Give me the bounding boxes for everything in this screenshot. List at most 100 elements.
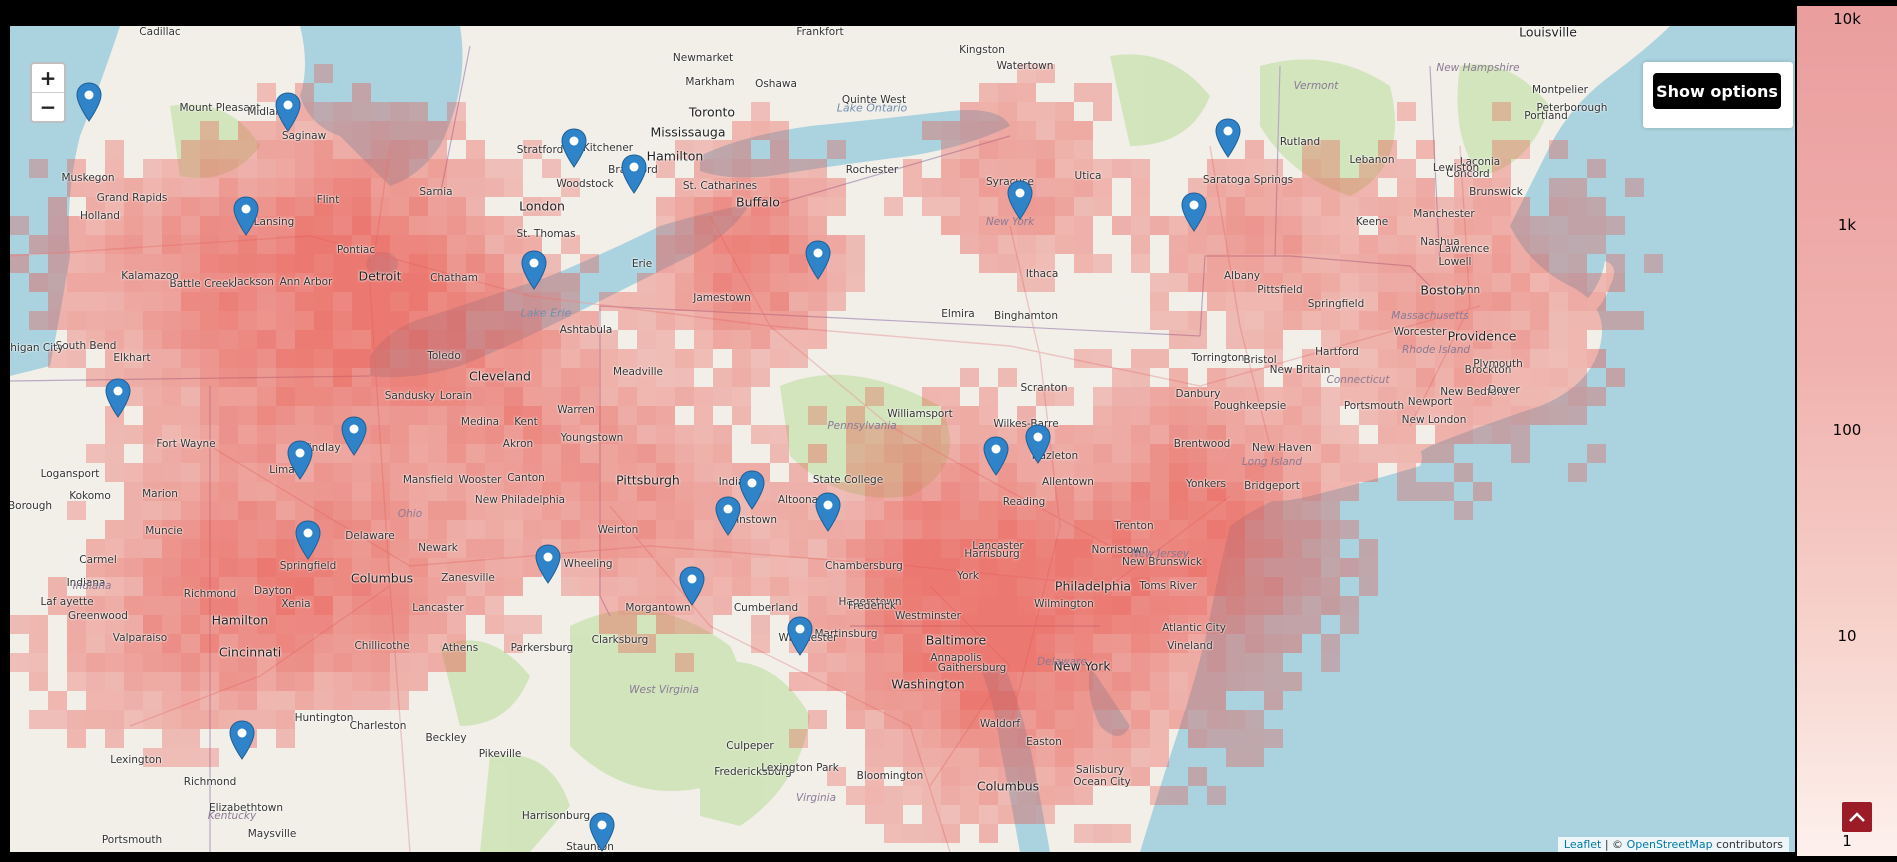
heat-cell bbox=[1093, 520, 1112, 539]
scroll-top-button[interactable] bbox=[1842, 802, 1872, 832]
heat-cell bbox=[352, 83, 371, 102]
marker-morgantown[interactable] bbox=[535, 544, 561, 584]
marker-hagerstown[interactable] bbox=[679, 566, 705, 606]
heat-cell bbox=[1074, 786, 1093, 805]
heat-cell bbox=[485, 216, 504, 235]
heat-cell bbox=[960, 805, 979, 824]
marker-new-york[interactable] bbox=[983, 436, 1009, 476]
heat-cell bbox=[447, 330, 466, 349]
heat-cell bbox=[181, 634, 200, 653]
heat-cell bbox=[390, 330, 409, 349]
heat-cell bbox=[694, 501, 713, 520]
marker-staunton[interactable] bbox=[589, 812, 615, 852]
marker-reading[interactable] bbox=[815, 492, 841, 532]
heat-cell bbox=[1245, 197, 1264, 216]
heat-cell bbox=[1055, 691, 1074, 710]
heat-cell bbox=[390, 425, 409, 444]
marker-buffalo[interactable] bbox=[621, 154, 647, 194]
heat-cell bbox=[846, 520, 865, 539]
marker-ithaca[interactable] bbox=[805, 240, 831, 280]
heat-cell bbox=[675, 216, 694, 235]
heat-cell bbox=[998, 121, 1017, 140]
heat-cell bbox=[1302, 273, 1321, 292]
city-label: Markham bbox=[685, 76, 735, 88]
heat-cell bbox=[1150, 444, 1169, 463]
heat-cell bbox=[1131, 767, 1150, 786]
heat-cell bbox=[504, 178, 523, 197]
marker-lowell[interactable] bbox=[1181, 192, 1207, 232]
heat-cell bbox=[181, 178, 200, 197]
heat-cell bbox=[1036, 691, 1055, 710]
heat-cell bbox=[200, 387, 219, 406]
marker-maysville[interactable] bbox=[229, 720, 255, 760]
heat-cell bbox=[1492, 406, 1511, 425]
marker-fort-wayne[interactable] bbox=[105, 378, 131, 418]
marker-albany[interactable] bbox=[1007, 180, 1033, 220]
marker-columbus[interactable] bbox=[295, 520, 321, 560]
marker-saginaw-bay[interactable] bbox=[275, 92, 301, 132]
heat-cell bbox=[1055, 216, 1074, 235]
heat-cell bbox=[1055, 178, 1074, 197]
heat-cell bbox=[1169, 691, 1188, 710]
marker-mansfield[interactable] bbox=[341, 416, 367, 456]
marker-chambersburg[interactable] bbox=[715, 496, 741, 536]
heat-cell bbox=[1226, 748, 1245, 767]
marker-long-island[interactable] bbox=[1025, 424, 1051, 464]
zoom-out-button[interactable]: − bbox=[32, 92, 64, 121]
marker-flint[interactable] bbox=[233, 196, 259, 236]
heat-cell bbox=[751, 577, 770, 596]
heat-cell bbox=[143, 368, 162, 387]
leaflet-link[interactable]: Leaflet bbox=[1564, 838, 1601, 851]
heat-cell bbox=[1492, 235, 1511, 254]
heat-cell bbox=[428, 406, 447, 425]
heat-cell bbox=[105, 444, 124, 463]
heat-cell bbox=[29, 710, 48, 729]
heat-cell bbox=[1321, 140, 1340, 159]
heat-cell bbox=[447, 216, 466, 235]
heat-cell bbox=[808, 159, 827, 178]
marker-harrisburg[interactable] bbox=[739, 470, 765, 510]
heat-cell bbox=[314, 159, 333, 178]
heat-cell bbox=[1302, 615, 1321, 634]
marker-marion[interactable] bbox=[287, 440, 313, 480]
city-label: Newport bbox=[1407, 396, 1453, 408]
osm-link[interactable]: OpenStreetMap bbox=[1627, 838, 1713, 851]
heat-cell bbox=[1397, 254, 1416, 273]
heat-cell bbox=[352, 501, 371, 520]
heat-cell bbox=[960, 748, 979, 767]
marker-muskegon[interactable] bbox=[76, 82, 102, 122]
zoom-in-button[interactable]: + bbox=[32, 64, 64, 92]
heat-cell bbox=[846, 501, 865, 520]
heat-cell bbox=[789, 539, 808, 558]
marker-annapolis[interactable] bbox=[787, 616, 813, 656]
heat-cell bbox=[1340, 444, 1359, 463]
heat-cell bbox=[732, 254, 751, 273]
heat-cell bbox=[48, 235, 67, 254]
heat-cell bbox=[466, 254, 485, 273]
heat-cell bbox=[485, 330, 504, 349]
map-canvas[interactable]: Cadillac Mount Pleasant Midland Saginaw Musk… bbox=[10, 26, 1795, 852]
heat-cell bbox=[1511, 140, 1530, 159]
heat-cell bbox=[1302, 406, 1321, 425]
heat-cell bbox=[1321, 653, 1340, 672]
heat-cell bbox=[941, 216, 960, 235]
marker-hamilton[interactable] bbox=[561, 128, 587, 168]
heat-cell bbox=[1055, 615, 1074, 634]
heat-cell bbox=[960, 691, 979, 710]
heat-cell bbox=[561, 520, 580, 539]
heat-cell bbox=[903, 444, 922, 463]
heat-cell bbox=[105, 729, 124, 748]
heat-cell bbox=[1587, 273, 1606, 292]
heat-cell bbox=[447, 121, 466, 140]
legend-tick-100: 100 bbox=[1832, 421, 1862, 439]
marker-erie[interactable] bbox=[521, 250, 547, 290]
marker-dover-nh[interactable] bbox=[1215, 118, 1241, 158]
heat-cell bbox=[181, 463, 200, 482]
heat-cell bbox=[1093, 710, 1112, 729]
map-pin-icon bbox=[983, 436, 1009, 476]
heat-cell bbox=[181, 140, 200, 159]
city-label: Wheeling bbox=[563, 558, 613, 570]
heat-cell bbox=[827, 292, 846, 311]
show-options-button[interactable]: Show options bbox=[1653, 73, 1781, 109]
heat-cell bbox=[48, 311, 67, 330]
